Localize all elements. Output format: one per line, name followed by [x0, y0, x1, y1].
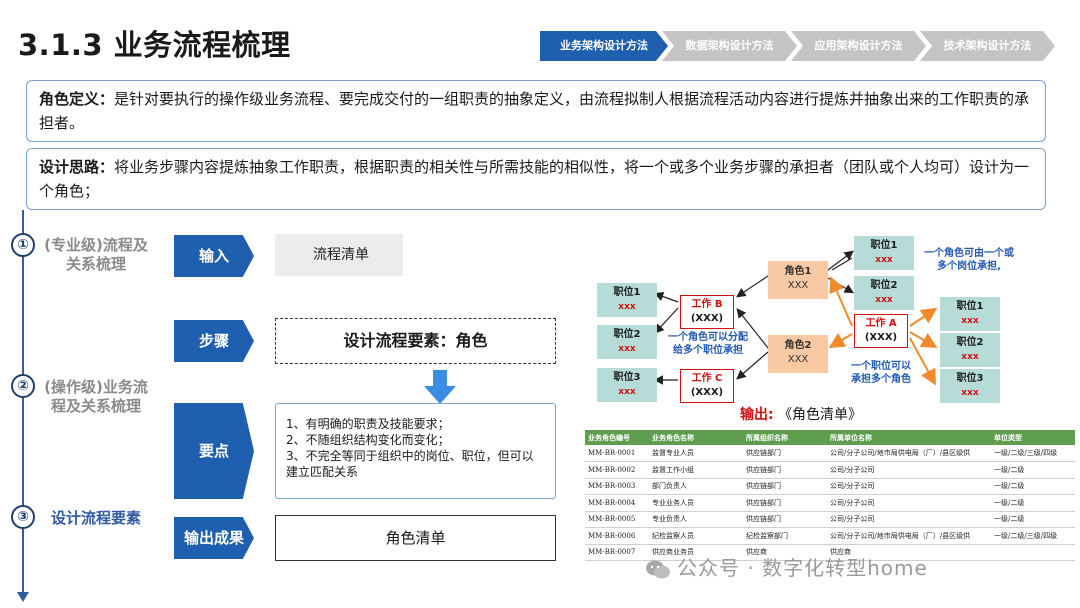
table-cell: MM-BR-0005 [585, 511, 649, 528]
design-idea-label: 设计思路： [39, 158, 115, 176]
post-2-left: 职位2 xxx [597, 325, 657, 359]
table-cell: 公司/分子公司/地市局供电局（厂）/县区级供 [827, 445, 991, 462]
table-cell: 公司/分子公司/地市局供电局（厂）/县区级供 [827, 527, 991, 545]
output-tag: 输出成果 [174, 517, 254, 559]
post-3-right: 职位3 xxx [940, 369, 1000, 403]
design-idea-text: 将业务步骤内容提炼抽象工作职责，根据职责的相关性与所需技能的相似性，将一个或多个… [39, 158, 1030, 200]
step-value: 设计流程要素：角色 [275, 318, 556, 364]
watermark: 公众号 · 数字化转型home [645, 552, 928, 581]
table-cell: 一级/二级 [991, 494, 1075, 512]
phase-3-label[interactable]: 设计流程要素 [44, 509, 148, 528]
post-1-top: 职位1 xxx [854, 236, 914, 270]
phase-3-number: ③ [11, 505, 35, 529]
role-definition-text: 是针对要执行的操作级业务流程、要完成交付的一组职责的抽象定义，由流程拟制人根据流… [39, 90, 1030, 132]
output-caption: 输出: 《角色清单》 [740, 407, 863, 423]
table-cell: 纪检监察人员 [649, 527, 743, 545]
role-2: 角色2 XXX [768, 335, 828, 373]
table-cell: 供应链部门 [743, 445, 827, 462]
table-cell: MM-BR-0002 [585, 461, 649, 479]
input-tag: 输入 [174, 235, 254, 277]
step-technology-architecture[interactable]: 技术架构设计方法 [920, 31, 1055, 61]
points-box: 1、有明确的职责及技能要求； 2、不随组织结构变化而变化； 3、不完全等同于组织… [275, 403, 556, 499]
col-header: 业务角色名称 [649, 430, 743, 445]
phase-2-number: ② [11, 374, 35, 398]
post-3-left: 职位3 xxx [597, 368, 657, 402]
table-cell: 纪检监察部门 [743, 527, 827, 545]
post-2-top: 职位2 xxx [854, 276, 914, 310]
role-list-table: 业务角色编号 业务角色名称 所属组织名称 所属单位名称 单位类型 MM-BR-0… [585, 430, 1075, 561]
table-cell: 一级/二级/三级/四级 [991, 445, 1075, 462]
post-1-right: 职位1 xxx [940, 297, 1000, 331]
phase-2-label[interactable]: (操作级)业务流程及关系梳理 [44, 378, 148, 416]
col-header: 所属单位名称 [827, 430, 991, 445]
timeline-arrow-icon [17, 592, 29, 602]
role-1: 角色1 XXX [768, 261, 828, 299]
table-header-row: 业务角色编号 业务角色名称 所属组织名称 所属单位名称 单位类型 [585, 430, 1075, 445]
table-cell: 一级/二级 [991, 478, 1075, 495]
table-row: MM-BR-0002 监督工作小组 供应链部门 公司/分子公司 一级/二级 [585, 461, 1075, 479]
work-a: 工作 A (XXX) [854, 314, 908, 348]
note-role-multi-assign: 一个角色可以分配给多个职位承担 [668, 332, 748, 356]
point-item: 1、有明确的职责及技能要求； [286, 417, 450, 431]
table-cell: MM-BR-0001 [585, 445, 649, 462]
col-header: 单位类型 [991, 430, 1075, 445]
wechat-icon [646, 560, 670, 578]
phase-1-label[interactable]: (专业级)流程及关系梳理 [44, 236, 148, 274]
input-value: 流程清单 [275, 234, 403, 276]
post-2-right: 职位2 xxx [940, 333, 1000, 367]
table-cell: 部门负责人 [649, 478, 743, 495]
table-row: MM-BR-0004 专业业务人员 供应链部门 公司/分子公司 一级/二级 [585, 494, 1075, 512]
table-cell: 一级/二级 [991, 511, 1075, 528]
table-cell: 公司/分子公司 [827, 511, 991, 528]
table-cell: 专业负责人 [649, 511, 743, 528]
table-cell: 供应链部门 [743, 478, 827, 495]
table-row: MM-BR-0003 部门负责人 供应链部门 公司/分子公司 一级/二级 [585, 478, 1075, 495]
down-arrow-icon [424, 370, 456, 404]
table-cell: 一级/二级 [991, 461, 1075, 479]
table-cell: MM-BR-0006 [585, 527, 649, 545]
step-application-architecture[interactable]: 应用架构设计方法 [791, 31, 926, 61]
table-cell: 公司/分子公司 [827, 494, 991, 512]
col-header: 业务角色编号 [585, 430, 649, 445]
table-row: MM-BR-0006 纪检监察人员 纪检监察部门 公司/分子公司/地市局供电局（厂）/… [585, 527, 1075, 545]
table-cell: 专业业务人员 [649, 494, 743, 512]
table-cell: 监督专业人员 [649, 445, 743, 462]
note-role-multi-post: 一个角色可由一个或多个岗位承担, [924, 248, 1014, 272]
table-cell: 供应链部门 [743, 494, 827, 512]
points-tag: 要点 [174, 403, 254, 499]
method-steps: 业务架构设计方法 数据架构设计方法 应用架构设计方法 技术架构设计方法 [540, 31, 1060, 61]
col-header: 所属组织名称 [743, 430, 827, 445]
table-cell: 公司/分子公司 [827, 478, 991, 495]
step-data-architecture[interactable]: 数据架构设计方法 [662, 31, 797, 61]
step-tag: 步骤 [174, 320, 254, 362]
output-value: 角色清单 [275, 515, 556, 561]
table-cell: MM-BR-0007 [585, 544, 649, 561]
design-idea-box: 设计思路：将业务步骤内容提炼抽象工作职责，根据职责的相关性与所需技能的相似性，将… [26, 148, 1046, 210]
table-row: MM-BR-0005 专业负责人 供应链部门 公司/分子公司 一级/二级 [585, 511, 1075, 528]
role-definition-box: 角色定义：是针对要执行的操作级业务流程、要完成交付的一组职责的抽象定义，由流程拟… [26, 80, 1046, 142]
table-cell [991, 544, 1075, 561]
step-business-architecture[interactable]: 业务架构设计方法 [540, 31, 668, 61]
table-cell: 供应链部门 [743, 461, 827, 479]
table-cell: MM-BR-0004 [585, 494, 649, 512]
table-cell: MM-BR-0003 [585, 478, 649, 495]
work-b: 工作 B (XXX) [680, 295, 734, 329]
table-cell: 供应链部门 [743, 511, 827, 528]
role-definition-label: 角色定义： [39, 90, 115, 108]
page-title: 3.1.3 业务流程梳理 [18, 28, 291, 62]
timeline-line [22, 210, 24, 595]
table-cell: 公司/分子公司 [827, 461, 991, 479]
point-item: 3、不完全等同于组织中的岗位、职位，但可以建立匹配关系 [286, 449, 534, 479]
post-1-left: 职位1 xxx [597, 283, 657, 317]
table-cell: 一级/二级/三级/四级 [991, 527, 1075, 545]
table-cell: 监督工作小组 [649, 461, 743, 479]
note-post-multi-role: 一个职位可以承担多个角色 [851, 361, 911, 385]
table-row: MM-BR-0001 监督专业人员 供应链部门 公司/分子公司/地市局供电局（厂）/县… [585, 445, 1075, 462]
work-c: 工作 C (XXX) [680, 369, 734, 403]
phase-1-number: ① [11, 233, 35, 257]
point-item: 2、不随组织结构变化而变化； [286, 433, 450, 447]
